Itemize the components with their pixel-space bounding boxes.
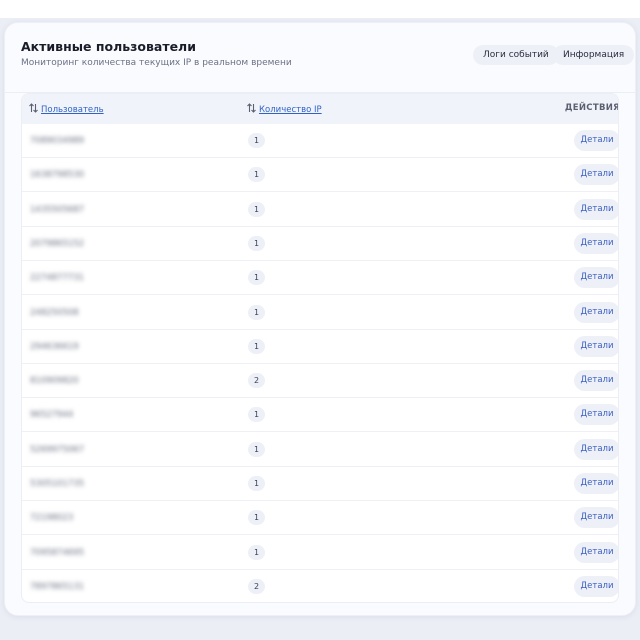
ip-count-badge: 1 (248, 407, 265, 423)
table-row: 294636619 1 Детали (22, 330, 618, 364)
user-id-cell: 72198023 (30, 513, 74, 524)
details-button[interactable]: Детали (574, 575, 618, 597)
page-subtitle: Мониторинг количества текущих IP в реаль… (21, 58, 292, 68)
table-header: Пользователь Количество IP ДЕЙСТВИЯ (22, 94, 619, 124)
details-button[interactable]: Детали (574, 541, 618, 563)
sort-by-user-link[interactable]: Пользователь (41, 105, 104, 115)
details-button[interactable]: Детали (574, 438, 618, 460)
table-row: 5269975067 1 Детали (22, 433, 618, 467)
ip-count-badge: 1 (248, 441, 265, 457)
details-button[interactable]: Детали (574, 267, 618, 289)
details-button[interactable]: Детали (574, 301, 618, 323)
table-row: 248250508 1 Детали (22, 296, 618, 330)
table-row: 2274877731 1 Детали (22, 261, 618, 296)
user-id-cell: 7095874695 (30, 547, 85, 558)
user-id-cell: 810909820 (30, 376, 79, 387)
table-row: 7089034989 1 Детали (22, 124, 618, 158)
user-id-cell: 248250508 (30, 307, 79, 318)
ip-count-badge: 2 (248, 373, 265, 389)
ip-count-badge: 1 (248, 133, 265, 148)
user-id-cell: 7897865131 (30, 581, 85, 592)
details-button[interactable]: Детали (574, 404, 618, 426)
ip-count-badge: 1 (248, 201, 265, 217)
details-button[interactable]: Детали (574, 473, 618, 494)
column-header-user[interactable]: Пользователь (29, 103, 104, 115)
ip-count-badge: 2 (248, 578, 265, 594)
user-id-cell: 1638798530 (30, 170, 85, 181)
information-button[interactable]: Информация (553, 45, 635, 65)
page-title: Активные пользователи (21, 39, 196, 54)
users-table: Пользователь Количество IP ДЕЙСТВИЯ 7089… (21, 93, 619, 603)
user-id-cell: 2079865152 (30, 238, 85, 249)
user-id-cell: 96527944 (30, 410, 74, 421)
ip-count-badge: 1 (248, 510, 265, 526)
details-button[interactable]: Детали (574, 370, 618, 392)
table-row: 7095874695 1 Детали (22, 536, 618, 570)
details-button[interactable]: Детали (574, 130, 618, 151)
event-logs-button[interactable]: Логи событий (473, 45, 559, 65)
ip-count-badge: 1 (248, 270, 265, 286)
ip-count-badge: 1 (248, 476, 265, 491)
details-button[interactable]: Детали (574, 232, 618, 254)
ip-count-badge: 1 (248, 235, 265, 251)
table-row: 96527944 1 Детали (22, 398, 618, 433)
details-button[interactable]: Детали (574, 507, 618, 529)
active-users-card: Активные пользователи Мониторинг количес… (4, 22, 636, 616)
user-id-cell: 1435505687 (30, 204, 85, 215)
ip-count-badge: 1 (248, 544, 265, 560)
table-row: 1435505687 1 Детали (22, 193, 618, 227)
details-button[interactable]: Детали (574, 198, 618, 220)
column-header-actions: ДЕЙСТВИЯ (564, 103, 619, 113)
table-row: 72198023 1 Детали (22, 501, 618, 536)
user-id-cell: 5305101735 (30, 479, 85, 489)
user-id-cell: 5269975067 (30, 444, 85, 455)
ip-count-badge: 1 (248, 304, 265, 320)
sort-icon (247, 103, 256, 113)
ip-count-badge: 1 (248, 167, 265, 183)
table-row: 1638798530 1 Детали (22, 158, 618, 193)
user-id-cell: 294636619 (30, 341, 79, 352)
card-header: Активные пользователи Мониторинг количес… (5, 23, 635, 93)
table-row: 2079865152 1 Детали (22, 227, 618, 261)
table-row: 5305101735 1 Детали (22, 467, 618, 501)
table-row: 7897865131 2 Детали (22, 570, 618, 602)
details-button[interactable]: Детали (574, 335, 618, 357)
table-row: 810909820 2 Детали (22, 364, 618, 399)
ip-count-badge: 1 (248, 338, 265, 354)
sort-icon (29, 103, 38, 113)
user-id-cell: 2274877731 (30, 273, 85, 284)
column-header-ip-count[interactable]: Количество IP (247, 103, 322, 115)
details-button[interactable]: Детали (574, 164, 618, 186)
sort-by-ip-count-link[interactable]: Количество IP (259, 105, 322, 115)
user-id-cell: 7089034989 (30, 136, 85, 146)
